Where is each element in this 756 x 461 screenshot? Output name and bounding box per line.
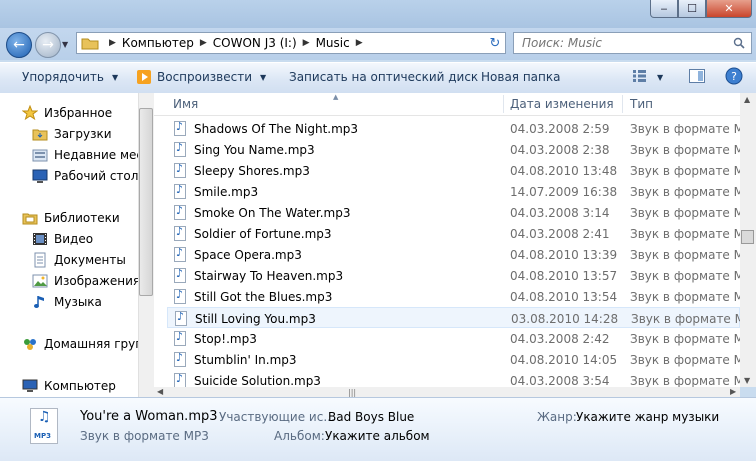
audio-file-icon xyxy=(174,267,186,283)
file-name-cell: Space Opera.mp3 xyxy=(174,244,504,265)
file-type: Звук в формате MP3 xyxy=(630,373,740,388)
file-type: Звук в формате MP3 xyxy=(630,121,740,136)
file-name: Still Loving You.mp3 xyxy=(195,311,316,326)
scroll-down-icon[interactable]: ▼ xyxy=(744,376,750,385)
file-name: Smoke On The Water.mp3 xyxy=(194,205,351,220)
file-list-horizontal-scrollbar[interactable] xyxy=(154,387,740,397)
scroll-right-icon[interactable]: ▶ xyxy=(730,387,736,396)
audio-file-icon xyxy=(174,183,186,199)
details-artists-label: Участвующие ис... xyxy=(219,410,335,424)
details-album-label: Альбом: xyxy=(274,429,325,443)
file-date: 04.03.2008 2:42 xyxy=(510,331,610,346)
file-row[interactable]: Soldier of Fortune.mp3 04.03.2008 2:41 Зву… xyxy=(167,223,740,244)
file-date: 04.03.2008 3:14 xyxy=(510,205,610,220)
audio-file-icon xyxy=(174,351,186,367)
file-date: 04.03.2008 3:54 xyxy=(510,373,610,388)
file-name-cell: Smile.mp3 xyxy=(174,181,504,202)
file-icon-label: MP3 xyxy=(34,432,51,440)
file-row[interactable]: Smoke On The Water.mp3 04.03.2008 3:14 Зву… xyxy=(167,202,740,223)
scroll-up-icon[interactable]: ▲ xyxy=(744,95,750,104)
details-genre-value[interactable]: Укажите жанр музыки xyxy=(576,410,719,424)
file-type: Звук в формате MP3 xyxy=(630,184,740,199)
file-type: Звук в формате MP3 xyxy=(630,163,740,178)
file-name: Suicide Solution.mp3 xyxy=(194,373,321,388)
file-row[interactable]: Sing You Name.mp3 04.03.2008 2:38 Звук в ф… xyxy=(167,139,740,160)
file-row[interactable]: Space Opera.mp3 04.08.2010 13:39 Звук в фо… xyxy=(167,244,740,265)
file-type: Звук в формате MP3 xyxy=(630,205,740,220)
file-type: Звук в формате MP3 xyxy=(630,247,740,262)
file-date: 03.08.2010 14:28 xyxy=(511,311,619,326)
file-row[interactable]: Stairway To Heaven.mp3 04.08.2010 13:57 Зв… xyxy=(167,265,740,286)
details-filename: You're a Woman.mp3 xyxy=(80,409,218,424)
file-row[interactable]: Stumblin' In.mp3 04.08.2010 14:05 Звук в ф… xyxy=(167,349,740,370)
file-name: Space Opera.mp3 xyxy=(194,247,302,262)
file-date: 04.03.2008 2:59 xyxy=(510,121,610,136)
file-name-cell: Sing You Name.mp3 xyxy=(174,139,504,160)
file-type: Звук в формате MP3 xyxy=(630,331,740,346)
details-album-value[interactable]: Укажите альбом xyxy=(325,429,430,443)
file-name: Still Got the Blues.mp3 xyxy=(194,289,333,304)
file-name: Stairway To Heaven.mp3 xyxy=(194,268,344,283)
file-name-cell: Sleepy Shores.mp3 xyxy=(174,160,504,181)
file-name-cell: Stairway To Heaven.mp3 xyxy=(174,265,504,286)
file-row[interactable]: Smile.mp3 14.07.2009 16:38 Звук в формате … xyxy=(167,181,740,202)
file-row[interactable]: Still Loving You.mp3 03.08.2010 14:28 Звук… xyxy=(167,307,740,328)
file-date: 04.03.2008 2:38 xyxy=(510,142,610,157)
file-name-cell: Still Got the Blues.mp3 xyxy=(174,286,504,307)
file-type: Звук в формате MP3 xyxy=(631,311,740,326)
file-name: Soldier of Fortune.mp3 xyxy=(194,226,332,241)
audio-file-icon xyxy=(174,288,186,304)
file-name-cell: Smoke On The Water.mp3 xyxy=(174,202,504,223)
file-row[interactable]: Sleepy Shores.mp3 04.08.2010 13:48 Звук в … xyxy=(167,160,740,181)
file-date: 04.08.2010 13:39 xyxy=(510,247,618,262)
scroll-left-icon[interactable]: ◀ xyxy=(157,387,163,396)
file-type: Звук в формате MP3 xyxy=(630,142,740,157)
file-date: 04.08.2010 13:54 xyxy=(510,289,618,304)
audio-file-icon xyxy=(174,120,186,136)
details-filetype: Звук в формате MP3 xyxy=(80,429,209,443)
file-name-cell: Stop!.mp3 xyxy=(174,328,504,349)
audio-file-icon xyxy=(174,246,186,262)
mp3-file-icon: ♫ MP3 xyxy=(30,408,58,444)
horizontal-scroll-grip-icon[interactable]: ||| xyxy=(348,388,356,397)
audio-file-icon xyxy=(174,330,186,346)
audio-file-icon xyxy=(174,141,186,157)
details-artists-value[interactable]: Bad Boys Blue xyxy=(328,410,414,424)
file-name: Shadows Of The Night.mp3 xyxy=(194,121,359,136)
details-genre-label: Жанр: xyxy=(537,410,577,424)
file-name: Stop!.mp3 xyxy=(194,331,257,346)
file-name: Smile.mp3 xyxy=(194,184,259,199)
file-date: 14.07.2009 16:38 xyxy=(510,184,618,199)
file-name: Stumblin' In.mp3 xyxy=(194,352,297,367)
file-name-cell: Still Loving You.mp3 xyxy=(175,308,505,329)
file-row[interactable]: Still Got the Blues.mp3 04.08.2010 13:54 З… xyxy=(167,286,740,307)
file-name: Sing You Name.mp3 xyxy=(194,142,315,157)
file-row[interactable]: Suicide Solution.mp3 04.03.2008 3:54 Звук … xyxy=(167,370,740,387)
file-name-cell: Stumblin' In.mp3 xyxy=(174,349,504,370)
audio-file-icon xyxy=(174,162,186,178)
file-type: Звук в формате MP3 xyxy=(630,226,740,241)
file-row[interactable]: Shadows Of The Night.mp3 04.03.2008 2:59 З… xyxy=(167,118,740,139)
file-type: Звук в формате MP3 xyxy=(630,352,740,367)
audio-file-icon xyxy=(174,204,186,220)
audio-file-icon xyxy=(174,225,186,241)
file-date: 04.08.2010 13:48 xyxy=(510,163,618,178)
file-name: Sleepy Shores.mp3 xyxy=(194,163,310,178)
file-date: 04.03.2008 2:41 xyxy=(510,226,610,241)
audio-file-icon xyxy=(175,310,187,326)
file-name-cell: Shadows Of The Night.mp3 xyxy=(174,118,504,139)
audio-file-icon xyxy=(174,372,186,387)
file-name-cell: Soldier of Fortune.mp3 xyxy=(174,223,504,244)
file-row[interactable]: Stop!.mp3 04.03.2008 2:42 Звук в формате M… xyxy=(167,328,740,349)
file-type: Звук в формате MP3 xyxy=(630,268,740,283)
file-date: 04.08.2010 13:57 xyxy=(510,268,618,283)
file-date: 04.08.2010 14:05 xyxy=(510,352,618,367)
file-name-cell: Suicide Solution.mp3 xyxy=(174,370,504,387)
file-type: Звук в формате MP3 xyxy=(630,289,740,304)
vertical-scroll-thumb[interactable] xyxy=(741,230,754,244)
